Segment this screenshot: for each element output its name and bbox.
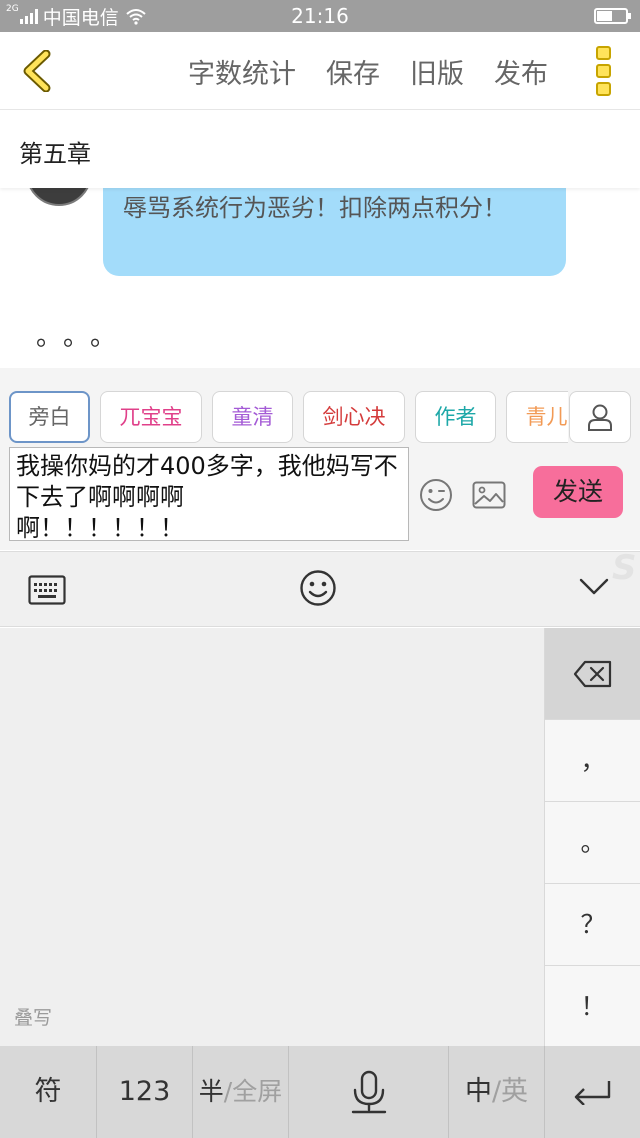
image-icon[interactable] — [472, 481, 506, 509]
add-role-button[interactable] — [569, 391, 631, 443]
symbols-key[interactable]: 符 — [0, 1046, 96, 1138]
status-bar: 2G 中国电信 21:16 — [0, 0, 640, 32]
composer: 我操你妈的才400多字，我他妈写不下去了啊啊啊啊 啊！！！！！！ 发送 — [0, 446, 640, 550]
backspace-icon — [573, 660, 612, 687]
comma-key[interactable]: ， — [545, 720, 640, 802]
chat-content: 辱骂系统行为恶劣！扣除两点积分！ 。。。 — [0, 188, 640, 368]
voice-key[interactable] — [288, 1046, 448, 1138]
message-input[interactable]: 我操你妈的才400多字，我他妈写不下去了啊啊啊啊 啊！！！！！！ — [9, 447, 409, 541]
role-chip[interactable]: 剑心决 — [303, 391, 405, 443]
chapter-bar: 第五章 — [0, 110, 640, 188]
full-screen-label: /全屏 — [223, 1077, 283, 1106]
battery-icon — [594, 8, 631, 24]
role-chip[interactable]: 作者 — [415, 391, 496, 443]
emoji-icon[interactable] — [419, 478, 453, 512]
user-icon — [588, 404, 612, 431]
word-count-button[interactable]: 字数统计 — [188, 52, 296, 91]
chevron-left-icon[interactable] — [18, 50, 58, 92]
message-bubble[interactable]: 辱骂系统行为恶劣！扣除两点积分！ — [103, 188, 566, 276]
keyboard-bottom-row: 符 123 半/全屏 中/英 — [0, 1046, 640, 1138]
role-chip-narrator[interactable]: 旁白 — [9, 391, 90, 443]
half-label: 半 — [198, 1077, 224, 1106]
avatar — [26, 188, 92, 206]
header-actions: 字数统计 保存 旧版 发布 — [188, 52, 548, 91]
chinese-label: 中 — [464, 1076, 492, 1107]
punctuation-column: ， 。 ？ ！ — [544, 628, 640, 1046]
english-label: /英 — [491, 1076, 529, 1107]
editor-header: 字数统计 保存 旧版 发布 — [0, 32, 640, 110]
battery-level — [597, 11, 612, 21]
message-bubble-text: 辱骂系统行为恶劣！扣除两点积分！ — [123, 194, 507, 222]
keyboard-icon[interactable] — [28, 575, 66, 605]
role-chip[interactable]: 童清 — [212, 391, 293, 443]
role-chip[interactable]: 兀宝宝 — [100, 391, 202, 443]
chapter-title[interactable]: 第五章 — [19, 134, 91, 169]
save-button[interactable]: 保存 — [326, 52, 380, 91]
publish-button[interactable]: 发布 — [494, 52, 548, 91]
period-key[interactable]: 。 — [545, 802, 640, 884]
handwriting-area[interactable]: 叠写 — [0, 628, 544, 1046]
narration-ellipsis[interactable]: 。。。 — [36, 316, 130, 353]
enter-key[interactable] — [544, 1046, 640, 1138]
emoji-panel-icon[interactable] — [299, 569, 337, 607]
delete-key[interactable] — [545, 628, 640, 720]
role-selector: 旁白 兀宝宝 童清 剑心决 作者 青儿 — [0, 368, 640, 446]
question-key[interactable]: ？ — [545, 884, 640, 966]
status-time: 21:16 — [291, 4, 349, 28]
exclamation-key[interactable]: ！ — [545, 966, 640, 1048]
half-full-screen-key[interactable]: 半/全屏 — [192, 1046, 288, 1138]
more-vertical-icon[interactable] — [596, 46, 612, 96]
language-switch-key[interactable]: 中/英 — [448, 1046, 544, 1138]
old-version-button[interactable]: 旧版 — [410, 52, 464, 91]
enter-icon — [574, 1081, 611, 1105]
keyboard-toolbar: S — [0, 548, 640, 627]
microphone-icon — [351, 1070, 387, 1114]
overlap-write-label[interactable]: 叠写 — [14, 1003, 52, 1030]
ime-logo: S — [612, 548, 637, 588]
send-button[interactable]: 发送 — [533, 466, 623, 518]
chevron-down-icon[interactable] — [579, 577, 609, 597]
numbers-key[interactable]: 123 — [96, 1046, 192, 1138]
